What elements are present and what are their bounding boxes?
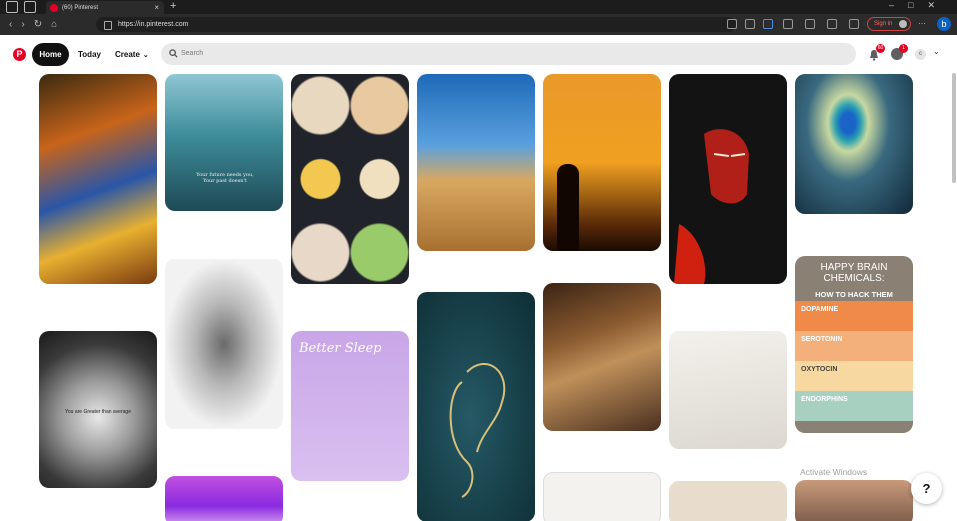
pin-beige-card[interactable] [669, 481, 787, 521]
silhouette-figure-icon [557, 164, 579, 251]
help-button[interactable]: ? [911, 473, 942, 504]
browser-window: (60) Pinterest × + –□✕ ‹ › ↻ ⌂ https://i… [0, 0, 957, 521]
search-input[interactable]: Search [161, 43, 856, 65]
brain-row-dopamine: DOPAMINE [801, 306, 839, 313]
profile-icon [899, 20, 907, 28]
better-sleep-title: Better Sleep [299, 341, 382, 356]
tab-title: (60) Pinterest [62, 4, 99, 11]
pinterest-favicon-icon [50, 3, 58, 12]
pin-math-keychain[interactable]: You are Greater than average [39, 331, 157, 488]
pin-hanuman-red-art[interactable] [669, 74, 787, 284]
search-placeholder: Search [181, 50, 204, 57]
pin-grid: You are Greater than average Your future… [0, 73, 957, 521]
tab-strip: (60) Pinterest × + –□✕ [0, 0, 957, 14]
pin-math-notebook[interactable] [669, 331, 787, 449]
more-icon[interactable]: … [918, 17, 928, 27]
collections-icon[interactable] [849, 19, 859, 29]
lake-quote-caption: Your future needs you, Your past doesn't [196, 172, 254, 184]
back-icon[interactable]: ‹ [9, 19, 12, 30]
read-aloud-icon[interactable] [727, 19, 737, 29]
pinterest-logo-icon[interactable]: P [13, 48, 26, 61]
pin-better-sleep-yoga[interactable]: Better Sleep [291, 331, 409, 481]
refresh-icon[interactable]: ↻ [34, 19, 42, 30]
nav-create-label: Create [115, 50, 140, 59]
brain-row-serotonin: SEROTONIN [801, 336, 843, 343]
nav-today[interactable]: Today [78, 43, 101, 66]
pin-woman-portrait[interactable] [795, 480, 913, 521]
pin-krishna-flute-art[interactable] [39, 74, 157, 284]
reader-icon[interactable] [745, 19, 755, 29]
favorites-bar-icon[interactable] [827, 19, 837, 29]
brain-row-oxytocin: OXYTOCIN [801, 366, 838, 373]
pin-ganesha-teal[interactable] [417, 292, 535, 521]
pin-floor-plan[interactable] [543, 472, 661, 521]
pin-meal-prep-plates[interactable] [291, 74, 409, 284]
messages-badge: 1 [899, 44, 908, 53]
address-bar-row: ‹ › ↻ ⌂ https://in.pinterest.com Sign in… [0, 14, 957, 35]
signin-button[interactable]: Sign in [867, 17, 911, 31]
nav-home[interactable]: Home [32, 43, 69, 66]
nav-create[interactable]: Create ⌄ [115, 43, 149, 67]
activate-windows-watermark: Activate Windows [800, 467, 868, 477]
extensions-icon[interactable] [805, 19, 815, 29]
pin-peacock-feather[interactable] [795, 74, 913, 214]
scrollbar[interactable] [952, 73, 956, 183]
pin-girl-lake-quote[interactable]: Your future needs you, Your past doesn't [165, 74, 283, 211]
hanuman-face-icon [674, 129, 749, 284]
workspaces-icon[interactable] [6, 1, 18, 13]
tab-pinterest[interactable]: (60) Pinterest × [46, 1, 164, 14]
favorite-icon[interactable] [783, 19, 793, 29]
signin-label: Sign in [874, 21, 893, 27]
brain-subtitle: HOW TO HACK THEM [815, 290, 893, 299]
home-icon[interactable]: ⌂ [51, 19, 57, 30]
search-icon [169, 49, 178, 58]
chevron-down-icon: ⌄ [142, 52, 149, 59]
pin-purple-gradient[interactable] [165, 476, 283, 521]
window-controls[interactable]: –□✕ [889, 0, 949, 11]
bing-copilot-icon[interactable]: b [937, 17, 951, 31]
close-tab-icon[interactable]: × [154, 3, 159, 12]
accounts-chevron-icon[interactable]: ⌄ [933, 47, 940, 56]
avatar[interactable]: c [915, 49, 926, 60]
notifications-bell-icon[interactable]: 60 [868, 44, 885, 61]
url-field[interactable]: https://in.pinterest.com [96, 17, 736, 32]
ganesha-outline-icon [449, 362, 506, 498]
tab-actions-icon[interactable] [24, 1, 36, 13]
pinterest-header: P Home Today Create ⌄ Search 60 1 c ⌄ [0, 35, 957, 73]
brain-row-endorphins: ENDORPHINS [801, 396, 848, 403]
pin-temple-somnath[interactable] [417, 74, 535, 251]
messages-icon[interactable]: 1 [891, 44, 908, 60]
brain-title: HAPPY BRAIN CHEMICALS: [820, 262, 888, 284]
app-icon[interactable] [763, 19, 773, 29]
new-tab-button[interactable]: + [170, 0, 176, 12]
notifications-badge: 60 [876, 44, 885, 53]
pin-happy-brain-chemicals[interactable]: HAPPY BRAIN CHEMICALS: HOW TO HACK THEM … [795, 256, 913, 433]
keychain-caption: You are Greater than average [65, 409, 131, 415]
pin-house-interior[interactable] [543, 283, 661, 431]
forward-icon[interactable]: › [21, 19, 24, 30]
pin-sketch-warrior-tattoo[interactable] [165, 259, 283, 429]
pin-silhouette-sunset[interactable] [543, 74, 661, 251]
